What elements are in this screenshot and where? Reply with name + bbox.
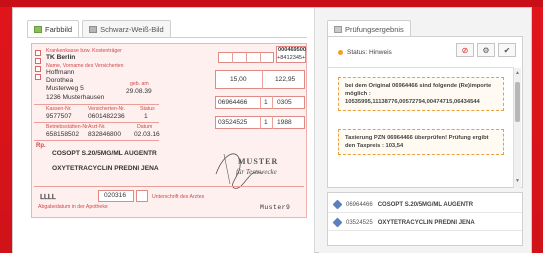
list-item-name: OXYTETRACYCLIN PREDNI JENA bbox=[377, 219, 475, 226]
muster-label: Muster9 bbox=[260, 204, 291, 211]
rx-line-2: OXYTETRACYCLIN PREDNI JENA bbox=[52, 165, 159, 172]
tab-label: Schwarz-Weiß-Bild bbox=[100, 24, 164, 34]
checkbox bbox=[35, 66, 41, 72]
handwritten-sig: ᒪᒪᒪᒪ bbox=[40, 193, 56, 201]
prescription-form-image: 000469500 +8412345+ Krankenkasse bzw. Ko… bbox=[31, 43, 307, 218]
insurer-number: 9577507 bbox=[46, 113, 72, 120]
checkbox bbox=[35, 74, 41, 80]
top-bar bbox=[0, 0, 543, 7]
form-code2: +8412345+ bbox=[277, 55, 306, 61]
doctor-number: 832846800 bbox=[88, 131, 122, 138]
list-item-name: COSOPT S.20/5MG/ML AUGENTR bbox=[377, 201, 474, 208]
scrollbar[interactable]: ▲ ▼ bbox=[513, 68, 521, 188]
settings-icon: ⚙ bbox=[482, 45, 490, 55]
insured-number: 0601482236 bbox=[88, 113, 125, 120]
tab-color-image[interactable]: Farbbild bbox=[27, 20, 80, 37]
patient-first-name: Dorothea bbox=[46, 77, 74, 84]
list-item[interactable]: 06964466 COSOPT S.20/5MG/ML AUGENTR bbox=[328, 197, 522, 213]
patient-last-name: Hoffmann bbox=[46, 69, 75, 76]
stamp-subtitle: für Testzwecke bbox=[236, 168, 277, 176]
pzn-1: 06964466 bbox=[218, 99, 248, 106]
list-item-pzn: 03524525 bbox=[346, 219, 373, 226]
checkbox bbox=[35, 58, 41, 64]
right-decoration bbox=[532, 7, 543, 253]
image-panel: Farbbild Schwarz-Weiß-Bild 000469500 +84… bbox=[13, 8, 315, 253]
qty-1: 1 bbox=[264, 99, 268, 106]
stamp-title: MUSTER bbox=[238, 157, 279, 166]
action-buttons: ⊘ ⚙ ✔ bbox=[456, 43, 516, 57]
status-row: Status: Hinweis bbox=[338, 49, 392, 56]
patient-city: 1236 Musterhausen bbox=[46, 94, 105, 101]
check-result-panel: Prüfungsergebnis Status: Hinweis ⊘ ⚙ ✔ b… bbox=[319, 8, 531, 253]
drug-list: 06964466 COSOPT S.20/5MG/ML AUGENTR 0352… bbox=[327, 192, 523, 246]
pill-icon bbox=[332, 199, 343, 210]
factor-1: 0305 bbox=[277, 99, 292, 106]
scroll-down-icon[interactable]: ▼ bbox=[515, 178, 520, 184]
form-code: 000469500 bbox=[278, 47, 306, 53]
site-number: 658158502 bbox=[46, 131, 80, 138]
factor-2: 1988 bbox=[277, 119, 292, 126]
confirm-button[interactable]: ✔ bbox=[498, 43, 516, 57]
bottom-code: 020316 bbox=[104, 192, 127, 199]
pzn-2: 03524525 bbox=[218, 119, 248, 126]
divider bbox=[328, 67, 514, 68]
tab-bw-image[interactable]: Schwarz-Weiß-Bild bbox=[82, 20, 171, 37]
result-box: Status: Hinweis ⊘ ⚙ ✔ bei dem Original 0… bbox=[327, 36, 523, 188]
list-item[interactable]: 03524525 OXYTETRACYCLIN PREDNI JENA bbox=[328, 215, 522, 231]
scroll-up-icon[interactable]: ▲ bbox=[515, 70, 520, 76]
patient-street: Musterweg 5 bbox=[46, 85, 84, 92]
image-color-icon bbox=[34, 25, 42, 33]
prescription-date: 02.03.16 bbox=[134, 131, 160, 138]
warning-dot-icon bbox=[338, 50, 343, 55]
app-window: Farbbild Schwarz-Weiß-Bild 000469500 +84… bbox=[12, 7, 532, 253]
tab-label: Farbbild bbox=[45, 24, 73, 34]
insurer-name: TK Berlin bbox=[46, 54, 76, 61]
left-decoration bbox=[0, 7, 12, 253]
checkbox bbox=[35, 50, 41, 56]
document-icon bbox=[334, 25, 342, 33]
small-box bbox=[136, 190, 148, 202]
qty-2: 1 bbox=[264, 119, 268, 126]
price-field-2: 122,95 bbox=[275, 76, 296, 83]
tab-label: Prüfungsergebnis bbox=[345, 24, 404, 34]
hint-message-2: Taxierung PZN 06964466 überprüfen! Prüfu… bbox=[338, 129, 504, 155]
status-label: Status: Hinweis bbox=[347, 49, 392, 56]
pill-icon bbox=[332, 217, 343, 228]
list-item-pzn: 06964466 bbox=[346, 201, 373, 208]
price-field-1: 15,00 bbox=[230, 76, 247, 83]
image-bw-icon bbox=[89, 25, 98, 33]
cancel-button[interactable]: ⊘ bbox=[456, 43, 474, 57]
tab-divider bbox=[27, 37, 307, 38]
image-tabs: Farbbild Schwarz-Weiß-Bild bbox=[27, 20, 171, 38]
hint-message-1: bei dem Original 06964466 sind folgende … bbox=[338, 77, 504, 111]
cancel-icon: ⊘ bbox=[461, 45, 469, 55]
insured-status: 1 bbox=[144, 113, 148, 120]
check-icon: ✔ bbox=[503, 45, 511, 55]
patient-birthdate: 29.08.39 bbox=[126, 88, 152, 95]
rx-line-1: COSOPT S.20/5MG/ML AUGENTR bbox=[52, 150, 157, 157]
settings-button[interactable]: ⚙ bbox=[477, 43, 495, 57]
scroll-thumb[interactable] bbox=[515, 82, 520, 122]
tab-check-result[interactable]: Prüfungsergebnis bbox=[327, 20, 411, 37]
